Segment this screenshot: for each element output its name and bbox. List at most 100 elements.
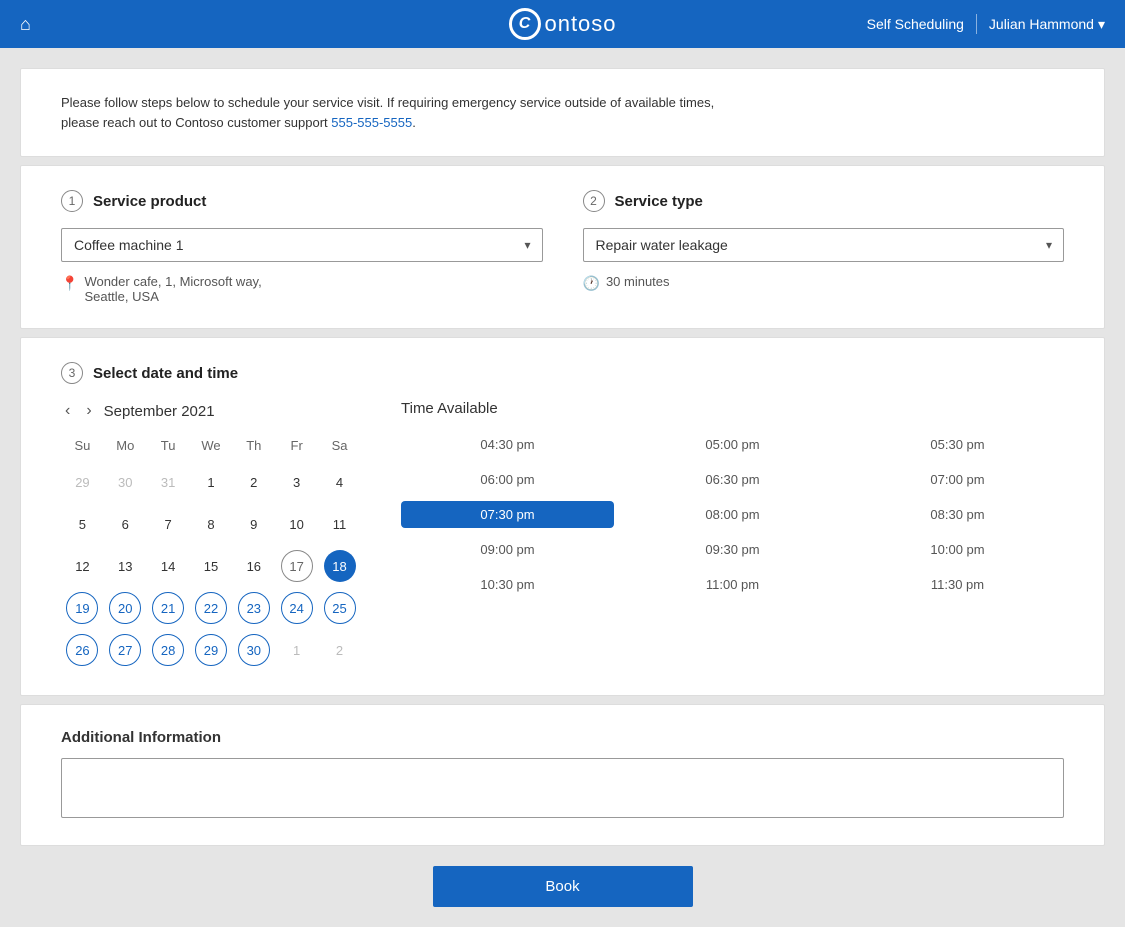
logo-circle: C: [508, 8, 540, 40]
time-slot[interactable]: 07:00 pm: [851, 466, 1064, 493]
step2-title: Service type: [615, 193, 703, 210]
calendar-nav: ‹ › September 2021: [61, 400, 361, 422]
calendar-day[interactable]: 30: [238, 634, 270, 666]
calendar-day[interactable]: 29: [195, 634, 227, 666]
calendar-day[interactable]: 1: [195, 466, 227, 498]
time-slot[interactable]: 05:00 pm: [626, 431, 839, 458]
step1-col: 1 Service product Coffee machine 1 ▾ 📍 W…: [61, 190, 543, 304]
additional-info-label: Additional Information: [61, 729, 1064, 746]
calendar-day: 1: [281, 634, 313, 666]
header-right: Self Scheduling Julian Hammond ▾: [867, 14, 1105, 34]
time-grid: 04:30 pm 05:00 pm 05:30 pm 06:00 pm 06:30 pm…: [401, 431, 1064, 598]
logo-letter: C: [519, 15, 531, 33]
book-button[interactable]: Book: [433, 866, 693, 907]
calendar-day[interactable]: 24: [281, 592, 313, 624]
calendar-day[interactable]: 15: [195, 550, 227, 582]
calendar-days-header: Su Mo Tu We Th Fr Sa: [61, 434, 361, 461]
book-button-wrapper: Book: [20, 866, 1105, 907]
calendar-day: 2: [324, 634, 356, 666]
step3-title: Select date and time: [93, 365, 238, 382]
home-icon[interactable]: ⌂: [20, 14, 31, 35]
service-product-dropdown-wrapper: Coffee machine 1 ▾: [61, 228, 543, 262]
calendar-day[interactable]: 9: [238, 508, 270, 540]
calendar-day[interactable]: 12: [66, 550, 98, 582]
day-header-th: Th: [232, 434, 275, 461]
time-slot[interactable]: 08:30 pm: [851, 501, 1064, 528]
calendar-day[interactable]: 2: [238, 466, 270, 498]
logo-name: ontoso: [544, 11, 616, 37]
calendar-day[interactable]: 16: [238, 550, 270, 582]
day-header-fr: Fr: [275, 434, 318, 461]
calendar-week-2: 12 13 14 15 16 17 18: [61, 545, 361, 587]
calendar-day[interactable]: 7: [152, 508, 184, 540]
calendar-day[interactable]: 10: [281, 508, 313, 540]
calendar-day[interactable]: 27: [109, 634, 141, 666]
duration-info: 🕐 30 minutes: [583, 274, 1065, 292]
calendar-day[interactable]: 13: [109, 550, 141, 582]
intro-text: Please follow steps below to schedule yo…: [61, 93, 1064, 132]
support-phone-link[interactable]: 555-555-5555: [331, 115, 412, 130]
calendar-day[interactable]: 26: [66, 634, 98, 666]
time-slot[interactable]: 04:30 pm: [401, 431, 614, 458]
header-divider: [976, 14, 977, 34]
step3-header: 3 Select date and time: [61, 362, 1064, 384]
step1-number: 1: [61, 190, 83, 212]
next-month-button[interactable]: ›: [82, 400, 95, 422]
calendar-day[interactable]: 17: [281, 550, 313, 582]
service-columns: 1 Service product Coffee machine 1 ▾ 📍 W…: [61, 190, 1064, 304]
time-slot[interactable]: 10:00 pm: [851, 536, 1064, 563]
day-header-mo: Mo: [104, 434, 147, 461]
time-slot[interactable]: 11:30 pm: [851, 571, 1064, 598]
main-content: Please follow steps below to schedule yo…: [0, 48, 1125, 927]
calendar-day[interactable]: 23: [238, 592, 270, 624]
calendar-day[interactable]: 4: [324, 466, 356, 498]
calendar-week-4: 26 27 28 29 30 12: [61, 629, 361, 671]
day-header-tu: Tu: [147, 434, 190, 461]
step1-header: 1 Service product: [61, 190, 543, 212]
location-icon: 📍: [61, 275, 78, 292]
calendar-day[interactable]: 25: [324, 592, 356, 624]
time-slot[interactable]: 08:00 pm: [626, 501, 839, 528]
step2-number: 2: [583, 190, 605, 212]
calendar-day[interactable]: 3: [281, 466, 313, 498]
time-slot[interactable]: 09:30 pm: [626, 536, 839, 563]
service-product-select[interactable]: Coffee machine 1: [61, 228, 543, 262]
time-slot[interactable]: 09:00 pm: [401, 536, 614, 563]
service-card: 1 Service product Coffee machine 1 ▾ 📍 W…: [20, 165, 1105, 329]
self-scheduling-label: Self Scheduling: [867, 16, 964, 32]
calendar-day[interactable]: 19: [66, 592, 98, 624]
calendar-body: 2930311234567891011121314151617181920212…: [61, 461, 361, 671]
time-slot[interactable]: 07:30 pm: [401, 501, 614, 528]
prev-month-button[interactable]: ‹: [61, 400, 74, 422]
additional-info-textarea[interactable]: [61, 758, 1064, 818]
user-chevron-icon: ▾: [1098, 16, 1105, 33]
time-slot[interactable]: 05:30 pm: [851, 431, 1064, 458]
calendar-week-1: 56789 10 11: [61, 503, 361, 545]
calendar-day[interactable]: 8: [195, 508, 227, 540]
location-info: 📍 Wonder cafe, 1, Microsoft way, Seattle…: [61, 274, 543, 304]
time-slot[interactable]: 06:00 pm: [401, 466, 614, 493]
calendar-day[interactable]: 28: [152, 634, 184, 666]
day-header-su: Su: [61, 434, 104, 461]
calendar-day[interactable]: 6: [109, 508, 141, 540]
calendar-week-0: 2930311234: [61, 461, 361, 503]
calendar-day: 31: [152, 466, 184, 498]
calendar-day[interactable]: 20: [109, 592, 141, 624]
calendar-panel: ‹ › September 2021 Su Mo Tu We Th Fr Sa: [61, 400, 361, 671]
calendar-day[interactable]: 18: [324, 550, 356, 582]
time-slot[interactable]: 06:30 pm: [626, 466, 839, 493]
service-type-select[interactable]: Repair water leakage: [583, 228, 1065, 262]
calendar-day[interactable]: 5: [66, 508, 98, 540]
time-slot[interactable]: 10:30 pm: [401, 571, 614, 598]
duration-text: 30 minutes: [606, 274, 670, 289]
intro-card: Please follow steps below to schedule yo…: [20, 68, 1105, 157]
calendar-day[interactable]: 14: [152, 550, 184, 582]
calendar-day[interactable]: 21: [152, 592, 184, 624]
calendar-week-3: 19 20 21 22 23 24 25: [61, 587, 361, 629]
calendar-grid: Su Mo Tu We Th Fr Sa 2930311234567891011…: [61, 434, 361, 671]
time-available-label: Time Available: [401, 400, 1064, 417]
time-slot[interactable]: 11:00 pm: [626, 571, 839, 598]
user-menu[interactable]: Julian Hammond ▾: [989, 16, 1105, 33]
calendar-day[interactable]: 22: [195, 592, 227, 624]
calendar-day[interactable]: 11: [324, 508, 356, 540]
